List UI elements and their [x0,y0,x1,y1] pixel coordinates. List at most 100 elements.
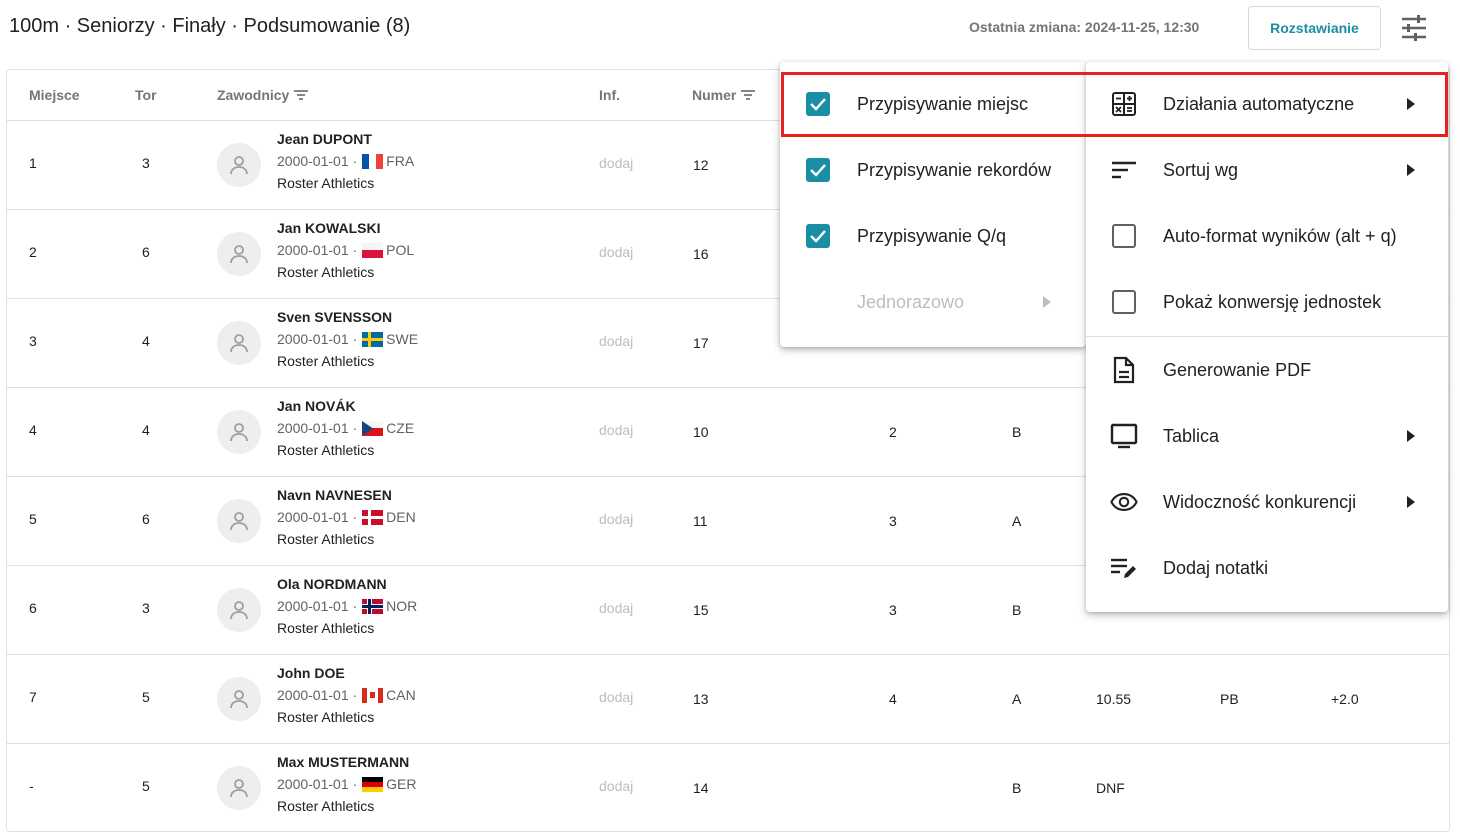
menu-item-label: Pokaż konwersję jednostek [1163,291,1382,312]
athlete-name[interactable]: Navn NAVNESEN [277,487,392,503]
flag-icon [362,331,384,347]
checkbox-checked[interactable] [804,222,832,250]
athlete-dob: 2000-01-01 · [277,331,358,347]
place-cell: 1 [29,155,37,171]
athlete-dob: 2000-01-01 · [277,509,358,525]
lane-cell: 3 [142,600,150,616]
athlete-dob: 2000-01-01 · [277,420,358,436]
submenu-item-qualification-assignment[interactable]: Przypisywanie Q/q [780,203,1086,269]
page-title: 100m · Seniorzy · Finały · Podsumowanie … [9,15,411,37]
athlete-club: Roster Athletics [277,798,375,814]
last-change-text: Ostatnia zmiana: 2024-11-25, 12:30 [969,19,1200,35]
table-row[interactable]: - 5 Max MUSTERMANN 2000-01-01 · GER Rost… [7,744,1449,831]
athlete-name[interactable]: Ola NORDMANN [277,576,387,592]
submenu-item-label: Przypisywanie miejsc [857,93,1029,114]
avatar [217,499,261,543]
place-cell: 2 [29,244,37,260]
checkbox-checked[interactable] [804,90,832,118]
info-add-link[interactable]: dodaj [599,689,633,705]
athlete-name[interactable]: John DOE [277,665,345,681]
menu-item-auto-format[interactable]: Auto-format wyników (alt + q) [1086,203,1448,269]
top-bar: 100m · Seniorzy · Finały · Podsumowanie … [0,0,1460,56]
avatar [217,143,261,187]
info-add-link[interactable]: dodaj [599,422,633,438]
checkbox-checked[interactable] [804,156,832,184]
menu-item-label: Tablica [1163,425,1220,446]
menu-item-label: Dodaj notatki [1163,557,1269,578]
athlete-club: Roster Athletics [277,709,375,725]
athlete-dob-line: 2000-01-01 · FRA [277,153,414,169]
number-cell: 13 [693,691,709,707]
athlete-dob-line: 2000-01-01 · SWE [277,331,418,347]
avatar [217,410,261,454]
record-cell: PB [1220,691,1239,707]
athlete-name[interactable]: Jan NOVÁK [277,398,356,414]
info-add-link[interactable]: dodaj [599,600,633,616]
menu-item-label: Widoczność konkurencji [1163,491,1357,512]
number-cell: 17 [693,335,709,351]
check-icon [810,230,826,243]
flag-icon [362,420,384,436]
lane-cell: 3 [142,155,150,171]
menu-item-sort-by[interactable]: Sortuj wg [1086,137,1448,203]
info-add-link[interactable]: dodaj [599,511,633,527]
menu-item-unit-conversion[interactable]: Pokaż konwersję jednostek [1086,269,1448,335]
athlete-dob: 2000-01-01 · [277,776,358,792]
menu-item-label: Działania automatyczne [1163,93,1355,114]
menu-item-auto-actions[interactable]: Działania automatyczne [1086,71,1448,137]
menu-item-label: Generowanie PDF [1163,359,1312,380]
athlete-name[interactable]: Max MUSTERMANN [277,754,409,770]
athlete-name[interactable]: Sven SVENSSON [277,309,392,325]
flag-icon [362,153,384,169]
menu-item-add-notes[interactable]: Dodaj notatki [1086,535,1448,601]
checkbox-unchecked[interactable] [1110,222,1138,250]
info-add-link[interactable]: dodaj [599,333,633,349]
place-cell: 5 [29,511,37,527]
person-icon [230,423,248,442]
athlete-dob: 2000-01-01 · [277,242,358,258]
col-info[interactable]: Inf. [599,87,620,103]
athlete-club: Roster Athletics [277,264,375,280]
athlete-name[interactable]: Jean DUPONT [277,131,372,147]
flag-icon [362,509,384,525]
col-lane[interactable]: Tor [135,87,157,103]
athlete-country: DEN [386,509,416,525]
filter-icon[interactable] [740,89,756,101]
info-add-link[interactable]: dodaj [599,244,633,260]
chevron-right-icon [1407,164,1415,176]
athlete-country: GER [386,776,417,792]
sort-icon [1110,156,1138,184]
place-cell: 3 [29,333,37,349]
person-icon [230,334,248,353]
menu-item-label: Sortuj wg [1163,159,1239,180]
tune-icon[interactable] [1398,13,1430,43]
lane-cell: 4 [142,333,150,349]
group-cell: B [1012,424,1022,440]
info-add-link[interactable]: dodaj [599,778,633,794]
group-cell: B [1012,780,1022,796]
info-add-link[interactable]: dodaj [599,155,633,171]
result-cell[interactable]: 10.55 [1096,691,1131,707]
result-cell[interactable]: DNF [1096,780,1125,796]
col-number[interactable]: Numer [692,87,756,103]
avatar [217,677,261,721]
col-place[interactable]: Miejsce [29,87,80,103]
menu-item-event-visibility[interactable]: Widoczność konkurencji [1086,469,1448,535]
check-icon [810,98,826,111]
checkbox-unchecked[interactable] [1110,288,1138,316]
col-athletes[interactable]: Zawodnicy [217,87,309,103]
athlete-dob-line: 2000-01-01 · CAN [277,687,416,703]
athlete-dob-line: 2000-01-01 · POL [277,242,414,258]
menu-item-scoreboard[interactable]: Tablica [1086,403,1448,469]
filter-icon[interactable] [293,89,309,101]
submenu-item-record-assignment[interactable]: Przypisywanie rekordów [780,137,1086,203]
lane-cell: 6 [142,244,150,260]
menu-item-generate-pdf[interactable]: Generowanie PDF [1086,337,1448,403]
seed-button[interactable]: Rozstawianie [1248,6,1381,50]
submenu-item-place-assignment[interactable]: Przypisywanie miejsc [780,71,1086,137]
athlete-dob-line: 2000-01-01 · DEN [277,509,416,525]
place-cell: 7 [29,689,37,705]
table-row[interactable]: 7 5 John DOE 2000-01-01 · CAN Roster Ath… [7,655,1449,744]
athlete-name[interactable]: Jan KOWALSKI [277,220,380,236]
athlete-country: CAN [386,687,416,703]
